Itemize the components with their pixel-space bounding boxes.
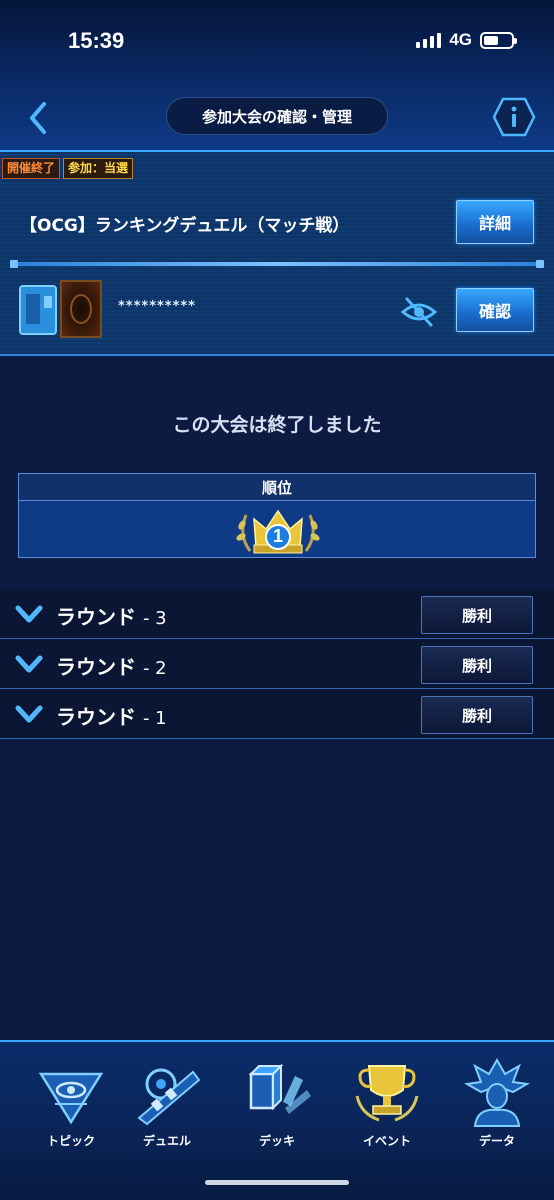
- round-number: - 2: [142, 658, 167, 679]
- back-button[interactable]: [24, 98, 54, 138]
- round-label-text: ラウンド: [56, 705, 136, 729]
- character-silhouette-icon: [463, 1057, 531, 1127]
- duel-disk-icon: [137, 1068, 201, 1126]
- chevron-down-icon: [15, 705, 43, 723]
- chevron-left-icon: [30, 102, 46, 134]
- round-number: - 1: [142, 708, 167, 729]
- rank-value: 1: [272, 526, 283, 546]
- info-button[interactable]: [492, 96, 536, 138]
- chevron-down-icon: [15, 655, 43, 673]
- info-icon: [492, 97, 536, 137]
- millennium-eye-icon: [38, 1072, 104, 1125]
- trophy-icon: [355, 1065, 419, 1122]
- round-label: ラウンド - 1: [56, 701, 167, 730]
- divider: [10, 260, 544, 268]
- card-back-image: [60, 280, 102, 338]
- nav-label: データ: [478, 1134, 515, 1148]
- hidden-eye-icon[interactable]: [400, 294, 438, 330]
- round-label-text: ラウンド: [56, 605, 136, 629]
- round-number: - 3: [142, 608, 167, 629]
- result-button[interactable]: 勝利: [421, 596, 533, 634]
- ended-badge: 開催終了: [2, 158, 61, 179]
- network-type: 4G: [449, 30, 472, 49]
- nav-data[interactable]: データ: [447, 1052, 547, 1152]
- rank-header: 順位: [19, 474, 535, 501]
- signal-icon: [416, 32, 442, 48]
- round-row[interactable]: ラウンド - 1 勝利: [0, 689, 554, 739]
- tournament-panel: 開催終了 参加：当選 【OCG】ランキングデュエル（マッチ戦） 詳細 *****…: [0, 152, 554, 356]
- status-time: 15:39: [68, 28, 125, 53]
- tournament-name: 【OCG】ランキングデュエル（マッチ戦）: [20, 216, 350, 236]
- round-label: ラウンド - 2: [56, 651, 167, 680]
- result-button[interactable]: 勝利: [421, 646, 533, 684]
- nav-duel[interactable]: デュエル: [117, 1052, 217, 1152]
- status-badges: 開催終了 参加：当選: [2, 158, 134, 179]
- result-button[interactable]: 勝利: [421, 696, 533, 734]
- round-label: ラウンド - 3: [56, 601, 167, 630]
- page-title: 参加大会の確認・管理: [166, 97, 388, 135]
- round-row[interactable]: ラウンド - 2 勝利: [0, 639, 554, 689]
- header-area: 15:39 4G 参加大会の確認・管理: [0, 0, 554, 152]
- round-row[interactable]: ラウンド - 3 勝利: [0, 589, 554, 639]
- entry-badge: 参加：当選: [63, 158, 134, 179]
- bottom-nav: トピック デュエル デッキ イベント データ: [0, 1040, 554, 1200]
- nav-label: デッキ: [258, 1134, 295, 1148]
- deck-cards-icon: [248, 1063, 311, 1114]
- chevron-down-icon: [15, 605, 43, 623]
- nav-deck[interactable]: デッキ: [227, 1052, 327, 1152]
- deck-box-icon: [18, 282, 58, 336]
- home-indicator[interactable]: [205, 1180, 349, 1185]
- nav-topic[interactable]: トピック: [21, 1052, 121, 1152]
- nav-label: イベント: [362, 1134, 411, 1148]
- round-label-text: ラウンド: [56, 655, 136, 679]
- deck-name: **********: [118, 299, 196, 314]
- nav-label: トピック: [46, 1134, 95, 1148]
- confirm-button[interactable]: 確認: [456, 288, 534, 332]
- nav-event[interactable]: イベント: [337, 1052, 437, 1152]
- status-indicators: 4G: [416, 30, 517, 50]
- rank-box: 順位 1: [18, 473, 536, 558]
- nav-label: デュエル: [142, 1134, 191, 1148]
- ended-message: この大会は終了しました: [172, 414, 382, 436]
- battery-icon: [480, 31, 517, 49]
- details-button[interactable]: 詳細: [456, 200, 534, 244]
